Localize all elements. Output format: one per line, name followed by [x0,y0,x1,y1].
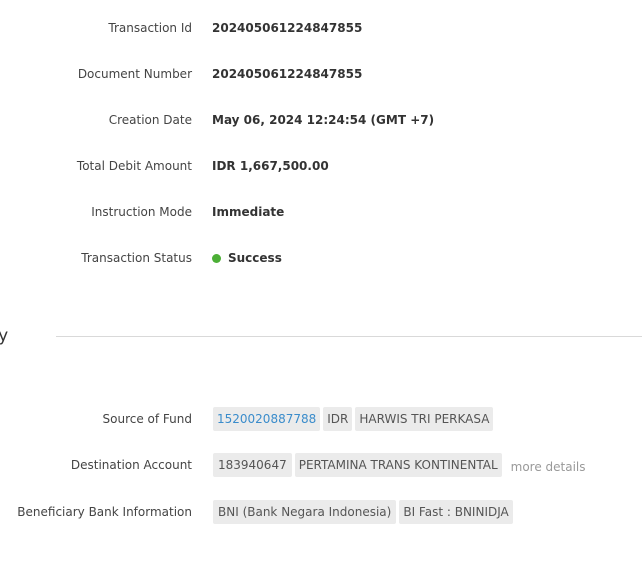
beneficiary-bank-method-chip: BI Fast : BNINIDJA [399,500,513,524]
total-debit-value: IDR 1,667,500.00 [212,159,329,173]
beneficiary-bank-name-chip: BNI (Bank Negara Indonesia) [213,500,397,524]
source-of-fund-chips: 1520020887788 IDR HARWIS TRI PERKASA [213,407,496,431]
transaction-id-label: Transaction Id [108,21,192,35]
instruction-mode-row: Instruction Mode Immediate [0,200,642,224]
document-number-value: 202405061224847855 [212,67,363,81]
beneficiary-bank-row: Beneficiary Bank Information BNI (Bank N… [0,500,642,524]
more-details-link[interactable]: more details [511,453,586,477]
total-debit-label: Total Debit Amount [76,159,192,173]
transaction-status-value: Success [228,251,282,265]
section-divider [56,336,642,337]
source-of-fund-label: Source of Fund [102,412,192,426]
instruction-mode-value: Immediate [212,205,285,219]
status-success-dot-icon [212,254,221,263]
total-debit-row: Total Debit Amount IDR 1,667,500.00 [0,154,642,178]
transaction-detail-page: Transaction Id 202405061224847855 Docume… [0,0,642,572]
destination-name-chip: PERTAMINA TRANS KONTINENTAL [294,453,502,477]
destination-account-row: Destination Account 183940647 PERTAMINA … [0,453,642,477]
source-account-link[interactable]: 1520020887788 [213,407,321,431]
transaction-id-row: Transaction Id 202405061224847855 [0,16,642,40]
creation-date-row: Creation Date May 06, 2024 12:24:54 (GMT… [0,108,642,132]
source-of-fund-row: Source of Fund 1520020887788 IDR HARWIS … [0,407,642,431]
document-number-row: Document Number 202405061224847855 [0,62,642,86]
beneficiary-bank-chips: BNI (Bank Negara Indonesia) BI Fast : BN… [213,500,516,524]
transaction-status: Success [212,246,282,270]
transaction-status-row: Transaction Status Success [0,246,642,270]
beneficiary-bank-label: Beneficiary Bank Information [17,505,192,519]
destination-account-chips: 183940647 PERTAMINA TRANS KONTINENTAL mo… [213,453,586,477]
source-name-chip: HARWIS TRI PERKASA [355,407,494,431]
destination-account-number-chip: 183940647 [213,453,292,477]
source-currency-chip: IDR [323,407,353,431]
creation-date-value: May 06, 2024 12:24:54 (GMT +7) [212,113,435,127]
creation-date-label: Creation Date [108,113,192,127]
transaction-id-value: 202405061224847855 [212,21,363,35]
summary-section-title: nary [0,326,9,346]
instruction-mode-label: Instruction Mode [91,205,192,219]
transaction-status-label: Transaction Status [81,251,192,265]
destination-account-label: Destination Account [70,458,192,472]
document-number-label: Document Number [77,67,192,81]
